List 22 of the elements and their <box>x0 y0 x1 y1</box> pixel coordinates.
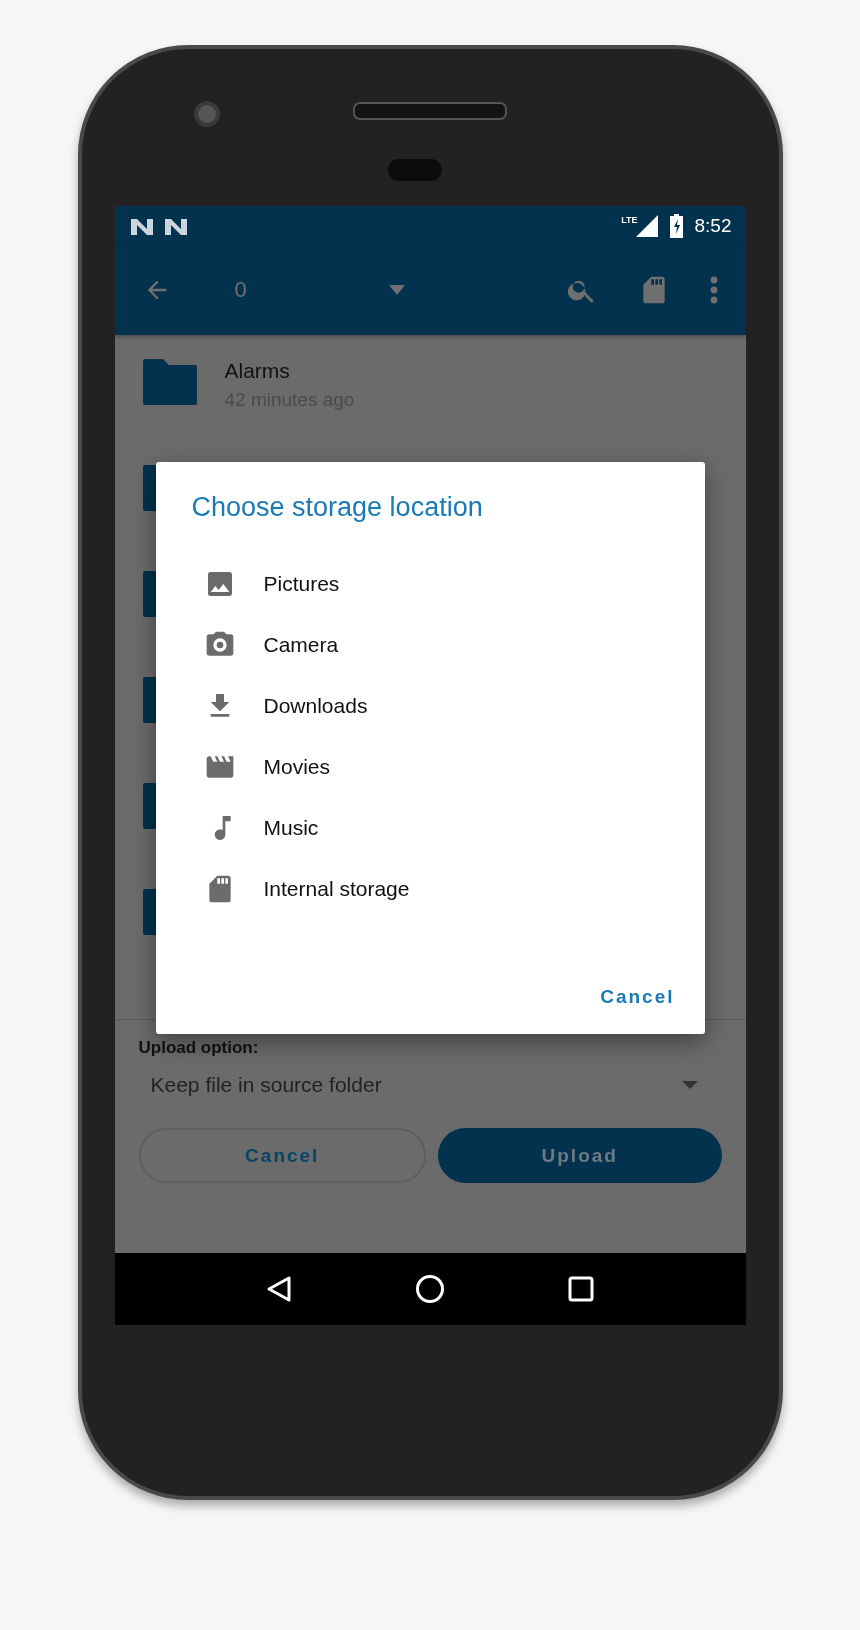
storage-option[interactable]: Pictures <box>191 553 675 614</box>
battery-charging-icon <box>669 213 683 238</box>
folder-title: 0 <box>234 277 247 303</box>
dialog-title: Choose storage location <box>191 492 484 523</box>
folder-icon <box>142 359 197 405</box>
home-icon[interactable] <box>415 1274 445 1304</box>
dropdown-caret-icon[interactable] <box>386 285 407 295</box>
storage-option[interactable]: Music <box>191 797 675 858</box>
dropdown-caret-icon <box>681 1081 698 1089</box>
network-type: LTE <box>621 215 638 225</box>
storage-option[interactable]: Downloads <box>191 675 675 736</box>
storage-option[interactable]: Internal storage <box>191 858 675 919</box>
clock: 8:52 <box>694 214 732 237</box>
dialog-cancel-button[interactable]: Cancel <box>600 980 675 1014</box>
recents-icon[interactable] <box>568 1276 594 1302</box>
camera-lens <box>193 101 220 127</box>
storage-option[interactable]: Camera <box>191 614 675 675</box>
more-options-icon[interactable] <box>709 276 718 304</box>
upload-option-label: Upload option: <box>138 1038 260 1058</box>
storage-option[interactable]: Movies <box>191 736 675 797</box>
back-icon[interactable] <box>266 1275 292 1303</box>
folder-name: Alarms <box>224 359 291 383</box>
